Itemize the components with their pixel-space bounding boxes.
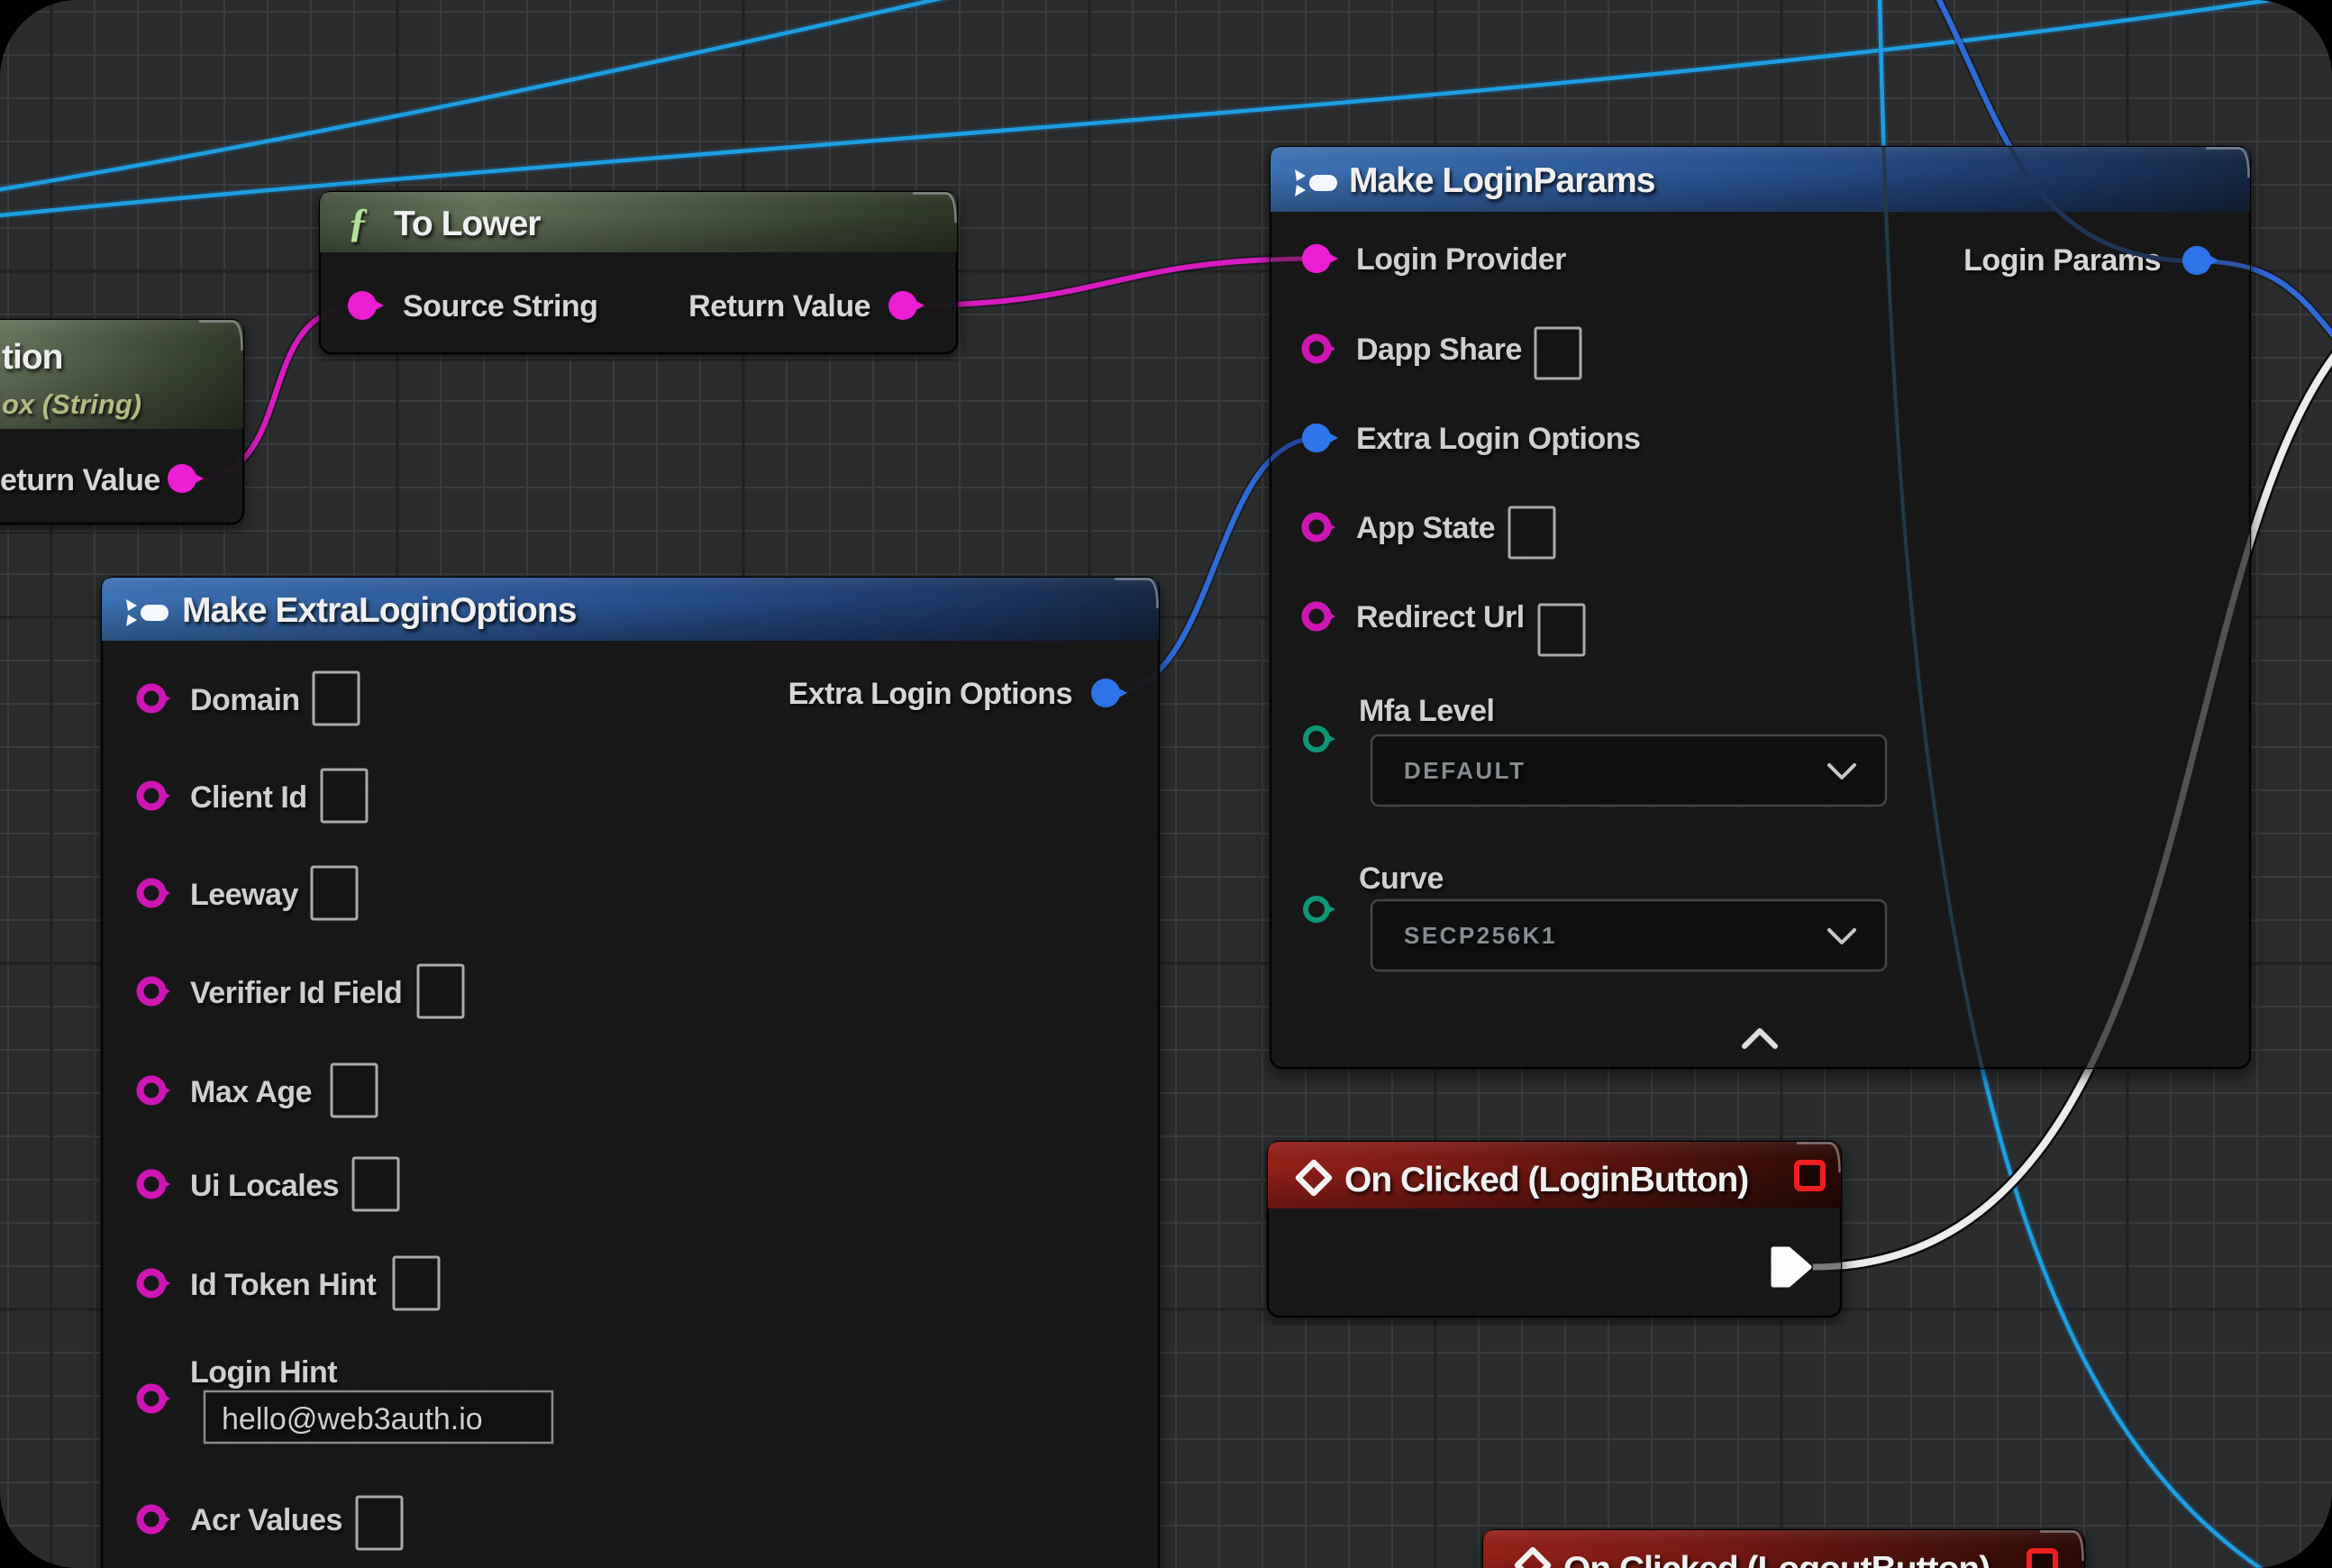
svg-text:Verifier Id Field: Verifier Id Field [190,976,402,1010]
svg-text:Acr Values: Acr Values [190,1503,342,1537]
svg-text:hello@web3auth.io: hello@web3auth.io [222,1402,483,1436]
svg-text:Make LoginParams: Make LoginParams [1349,161,1655,200]
svg-text:Login Hint: Login Hint [190,1355,337,1390]
svg-text:eturn Value: eturn Value [0,463,160,497]
svg-text:Curve: Curve [1359,861,1444,896]
svg-text:Client Id: Client Id [190,780,307,815]
svg-text:DEFAULT: DEFAULT [1404,757,1526,784]
svg-text:Redirect Url: Redirect Url [1356,600,1525,634]
svg-text:Leeway: Leeway [190,878,298,912]
svg-text:Domain: Domain [190,683,300,717]
svg-text:Ui Locales: Ui Locales [190,1169,339,1203]
svg-text:Return Value: Return Value [688,289,870,324]
svg-text:tion: tion [2,338,62,377]
svg-text:Extra Login Options: Extra Login Options [1356,422,1640,456]
svg-text:Source String: Source String [403,289,597,324]
svg-text:Make ExtraLoginOptions: Make ExtraLoginOptions [182,591,577,630]
svg-text:Extra Login Options: Extra Login Options [788,677,1072,711]
svg-text:On Clicked (LogoutButton): On Clicked (LogoutButton) [1563,1550,1990,1568]
svg-text:On Clicked (LoginButton): On Clicked (LoginButton) [1344,1161,1748,1199]
svg-text:Id Token Hint: Id Token Hint [190,1268,376,1302]
svg-text:ƒ: ƒ [348,199,369,245]
svg-text:ox (String): ox (String) [2,388,141,420]
svg-text:Dapp Share: Dapp Share [1356,333,1522,367]
svg-text:To Lower: To Lower [394,205,541,243]
svg-text:SECP256K1: SECP256K1 [1404,922,1557,949]
svg-text:Login Provider: Login Provider [1356,242,1566,277]
svg-text:App State: App State [1356,511,1495,545]
svg-text:Login Params: Login Params [1963,243,2161,278]
svg-text:Max Age: Max Age [190,1075,312,1109]
svg-text:Mfa Level: Mfa Level [1359,694,1494,728]
